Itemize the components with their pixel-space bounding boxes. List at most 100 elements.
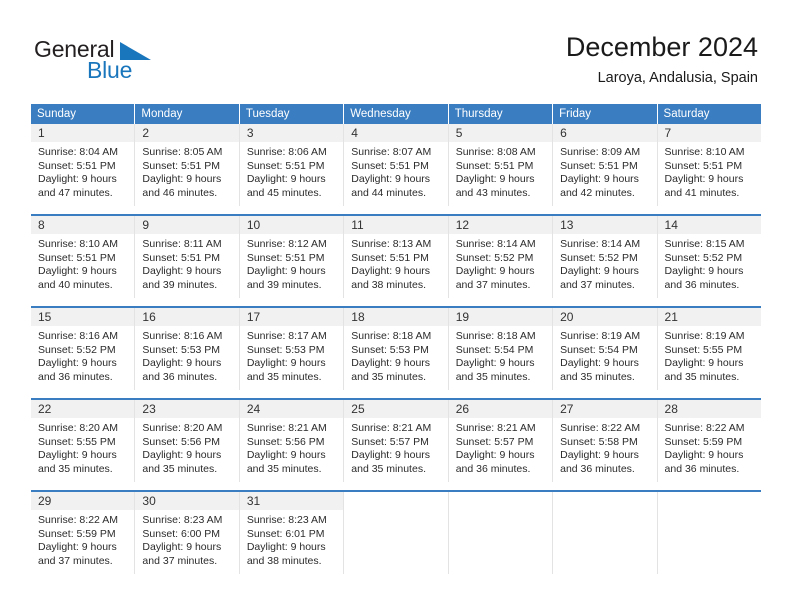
daylight-text-line1: Daylight: 9 hours <box>351 357 431 370</box>
daylight-text-line1: Daylight: 9 hours <box>664 357 744 370</box>
sunrise-text: Sunrise: 8:16 AM <box>142 330 223 342</box>
day-info: Sunrise: 8:23 AM Sunset: 6:01 PM Daylight:… <box>240 510 343 568</box>
daylight-text-line2: and 37 minutes. <box>560 278 635 291</box>
day-cell[interactable]: 23 Sunrise: 8:20 AM Sunset: 5:56 PM Dayligh… <box>135 400 240 482</box>
sunrise-text: Sunrise: 8:04 AM <box>38 146 118 158</box>
generalblue-logo[interactable]: General Blue <box>34 36 214 92</box>
sunrise-text: Sunrise: 8:14 AM <box>560 238 641 250</box>
day-number: 28 <box>664 402 678 416</box>
day-number: 31 <box>246 494 261 508</box>
sunset-text: Sunset: 5:54 PM <box>455 343 534 356</box>
day-cell[interactable]: 9 Sunrise: 8:11 AM Sunset: 5:51 PM Daylight… <box>135 216 240 298</box>
sunrise-text: Sunrise: 8:11 AM <box>142 238 222 250</box>
day-number: 24 <box>246 402 261 416</box>
day-cell[interactable]: 15 Sunrise: 8:16 AM Sunset: 5:52 PM Dayligh… <box>31 308 136 390</box>
sunset-text: Sunset: 5:55 PM <box>664 343 743 356</box>
daylight-text-line2: and 35 minutes. <box>38 462 113 475</box>
day-cell[interactable]: 1 Sunrise: 8:04 AM Sunset: 5:51 PM Daylight… <box>31 124 136 206</box>
day-cell[interactable]: 2 Sunrise: 8:05 AM Sunset: 5:51 PM Daylight… <box>135 124 240 206</box>
sunset-text: Sunset: 5:59 PM <box>664 435 743 448</box>
sunset-text: Sunset: 5:55 PM <box>38 435 116 448</box>
daylight-text-line1: Daylight: 9 hours <box>351 173 431 186</box>
day-cell[interactable]: 5 Sunrise: 8:08 AM Sunset: 5:51 PM Daylight… <box>448 124 554 206</box>
day-number: 11 <box>351 218 364 232</box>
day-info: Sunrise: 8:16 AM Sunset: 5:52 PM Daylight:… <box>31 326 134 384</box>
day-cell[interactable]: 19 Sunrise: 8:18 AM Sunset: 5:54 PM Dayligh… <box>448 308 554 390</box>
daylight-text-line1: Daylight: 9 hours <box>560 265 639 278</box>
daylight-text-line1: Daylight: 9 hours <box>664 265 744 278</box>
sunrise-text: Sunrise: 8:18 AM <box>351 330 432 342</box>
daylight-text-line1: Daylight: 9 hours <box>246 541 326 554</box>
sunset-text: Sunset: 5:54 PM <box>560 343 638 356</box>
day-number: 27 <box>560 402 574 416</box>
sunset-text: Sunset: 5:57 PM <box>455 435 534 448</box>
day-cell[interactable]: 29 Sunrise: 8:22 AM Sunset: 5:59 PM Dayligh… <box>31 492 136 574</box>
day-number: 16 <box>142 310 156 324</box>
sunrise-text: Sunrise: 8:06 AM <box>246 146 327 158</box>
sunrise-text: Sunrise: 8:17 AM <box>246 330 327 342</box>
day-number <box>658 494 665 508</box>
daylight-text-line2: and 45 minutes. <box>246 186 322 199</box>
day-cell[interactable]: 14 Sunrise: 8:15 AM Sunset: 5:52 PM Dayligh… <box>657 216 761 298</box>
weekday-header-friday: Friday <box>553 104 657 124</box>
day-cell[interactable]: 4 Sunrise: 8:07 AM Sunset: 5:51 PM Daylight… <box>344 124 449 206</box>
day-cell[interactable]: 26 Sunrise: 8:21 AM Sunset: 5:57 PM Dayligh… <box>448 400 554 482</box>
day-cell[interactable]: 31 Sunrise: 8:23 AM Sunset: 6:01 PM Dayligh… <box>239 492 345 574</box>
day-info: Sunrise: 8:21 AM Sunset: 5:57 PM Daylight:… <box>344 418 447 476</box>
day-info: Sunrise: 8:15 AM Sunset: 5:52 PM Daylight:… <box>658 234 761 292</box>
day-cell[interactable]: 17 Sunrise: 8:17 AM Sunset: 5:53 PM Dayligh… <box>239 308 345 390</box>
weekday-header-row: Sunday Monday Tuesday Wednesday Thursday… <box>31 104 761 124</box>
daylight-text-line2: and 36 minutes. <box>664 278 740 291</box>
day-info: Sunrise: 8:19 AM Sunset: 5:55 PM Daylight:… <box>658 326 761 384</box>
sunrise-text: Sunrise: 8:19 AM <box>664 330 745 342</box>
day-cell[interactable]: 25 Sunrise: 8:21 AM Sunset: 5:57 PM Dayligh… <box>344 400 449 482</box>
day-cell[interactable]: 20 Sunrise: 8:19 AM Sunset: 5:54 PM Dayligh… <box>553 308 658 390</box>
sunset-text: Sunset: 5:52 PM <box>38 343 116 356</box>
day-cell[interactable]: 21 Sunrise: 8:19 AM Sunset: 5:55 PM Dayligh… <box>657 308 761 390</box>
day-number: 5 <box>455 126 463 140</box>
day-cell[interactable]: 11 Sunrise: 8:13 AM Sunset: 5:51 PM Dayligh… <box>344 216 449 298</box>
day-cell[interactable]: 24 Sunrise: 8:21 AM Sunset: 5:56 PM Dayligh… <box>239 400 345 482</box>
day-info: Sunrise: 8:22 AM Sunset: 5:58 PM Daylight:… <box>553 418 656 476</box>
sunset-text: Sunset: 5:51 PM <box>455 159 534 172</box>
day-info: Sunrise: 8:06 AM Sunset: 5:51 PM Daylight:… <box>240 142 343 200</box>
sunset-text: Sunset: 5:59 PM <box>38 527 116 540</box>
day-info: Sunrise: 8:21 AM Sunset: 5:56 PM Daylight:… <box>240 418 343 476</box>
day-cell[interactable]: 3 Sunrise: 8:06 AM Sunset: 5:51 PM Daylight… <box>239 124 345 206</box>
sunset-text: Sunset: 5:56 PM <box>246 435 325 448</box>
day-cell[interactable]: 8 Sunrise: 8:10 AM Sunset: 5:51 PM Daylight… <box>31 216 136 298</box>
day-cell[interactable]: 30 Sunrise: 8:23 AM Sunset: 6:00 PM Dayligh… <box>135 492 240 574</box>
day-number <box>449 494 456 508</box>
day-cell[interactable]: 27 Sunrise: 8:22 AM Sunset: 5:58 PM Dayligh… <box>553 400 658 482</box>
sunrise-text: Sunrise: 8:12 AM <box>246 238 327 250</box>
day-info: Sunrise: 8:16 AM Sunset: 5:53 PM Daylight:… <box>135 326 238 384</box>
sunset-text: Sunset: 5:58 PM <box>560 435 638 448</box>
daylight-text-line2: and 36 minutes. <box>142 370 218 383</box>
daylight-text-line1: Daylight: 9 hours <box>560 173 639 186</box>
day-number: 25 <box>351 402 365 416</box>
sunset-text: Sunset: 5:51 PM <box>246 159 325 172</box>
daylight-text-line1: Daylight: 9 hours <box>455 357 535 370</box>
day-cell[interactable]: 12 Sunrise: 8:14 AM Sunset: 5:52 PM Dayligh… <box>448 216 554 298</box>
daylight-text-line1: Daylight: 9 hours <box>38 357 117 370</box>
day-cell[interactable]: 10 Sunrise: 8:12 AM Sunset: 5:51 PM Dayligh… <box>239 216 345 298</box>
daylight-text-line2: and 36 minutes. <box>664 462 740 475</box>
weekday-header-monday: Monday <box>135 104 239 124</box>
day-cell[interactable]: 16 Sunrise: 8:16 AM Sunset: 5:53 PM Dayligh… <box>135 308 240 390</box>
day-cell[interactable]: 13 Sunrise: 8:14 AM Sunset: 5:52 PM Dayligh… <box>553 216 658 298</box>
day-cell[interactable]: 18 Sunrise: 8:18 AM Sunset: 5:53 PM Dayligh… <box>344 308 449 390</box>
day-cell[interactable]: 6 Sunrise: 8:09 AM Sunset: 5:51 PM Daylight… <box>553 124 658 206</box>
day-number: 22 <box>38 402 52 416</box>
weekday-header-sunday: Sunday <box>31 104 135 124</box>
sunrise-text: Sunrise: 8:15 AM <box>664 238 745 250</box>
weekday-header-wednesday: Wednesday <box>344 104 448 124</box>
daylight-text-line1: Daylight: 9 hours <box>560 449 639 462</box>
day-number: 8 <box>38 218 45 232</box>
sunrise-text: Sunrise: 8:09 AM <box>560 146 641 158</box>
day-cell[interactable]: 28 Sunrise: 8:22 AM Sunset: 5:59 PM Dayligh… <box>657 400 761 482</box>
day-cell[interactable]: 22 Sunrise: 8:20 AM Sunset: 5:55 PM Dayligh… <box>31 400 136 482</box>
day-cell[interactable]: 7 Sunrise: 8:10 AM Sunset: 5:51 PM Daylight… <box>657 124 761 206</box>
daylight-text-line1: Daylight: 9 hours <box>38 173 117 186</box>
daylight-text-line1: Daylight: 9 hours <box>142 357 222 370</box>
day-info: Sunrise: 8:18 AM Sunset: 5:54 PM Daylight:… <box>449 326 552 384</box>
